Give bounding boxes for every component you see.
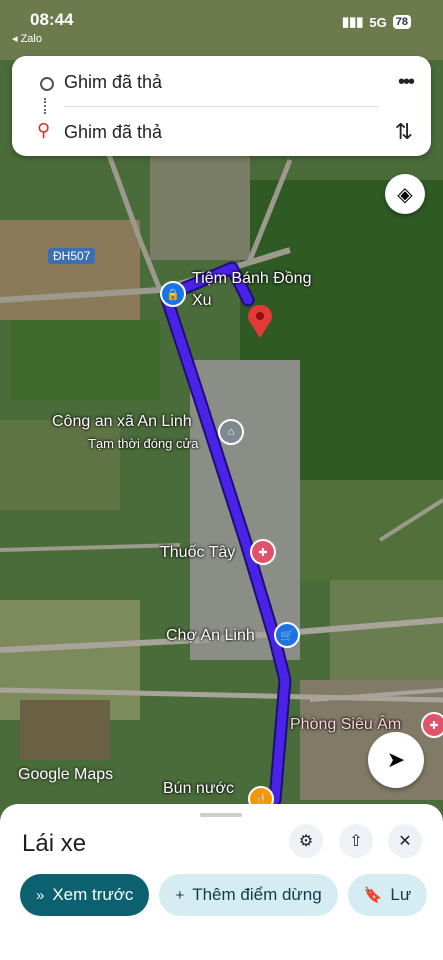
place-label-police[interactable]: Công an xã An Linh bbox=[52, 413, 192, 431]
origin-row[interactable]: Ghim đã thả ••• bbox=[12, 60, 431, 104]
share-icon: ⇧ bbox=[349, 833, 363, 850]
clinic-poi-icon[interactable]: ✚ bbox=[421, 712, 443, 738]
recenter-button[interactable]: ➤ bbox=[368, 732, 424, 788]
add-stop-button[interactable]: + Thêm điểm dừng bbox=[159, 874, 338, 916]
navigation-arrow-icon: ➤ bbox=[386, 747, 406, 772]
place-label-bakery-line2: Xu bbox=[192, 292, 212, 309]
pharmacy-poi-icon[interactable]: ✚ bbox=[250, 539, 276, 565]
share-button[interactable]: ⇧ bbox=[339, 824, 373, 858]
tune-icon: ⚙ bbox=[298, 833, 314, 850]
close-icon: ✕ bbox=[398, 833, 412, 850]
market-poi-icon[interactable]: 🛒 bbox=[274, 622, 300, 648]
layers-button[interactable]: ◈ bbox=[385, 174, 425, 214]
origin-field[interactable]: Ghim đã thả bbox=[64, 72, 162, 93]
place-label-market[interactable]: Chợ An Linh bbox=[166, 627, 255, 645]
save-label: Lư bbox=[390, 885, 412, 904]
preview-label: Xem trước bbox=[52, 885, 134, 904]
status-bar: 08:44 ◂ Zalo ▮▮▮ 5G 78 bbox=[0, 0, 443, 48]
status-indicators: ▮▮▮ 5G 78 bbox=[342, 14, 411, 30]
destination-row[interactable]: ⚲ Ghim đã thả ⇅ bbox=[12, 110, 431, 154]
signal-icon: ▮▮▮ bbox=[341, 14, 364, 29]
bottom-sheet: Lái xe ⚙ ⇧ ✕ » Xem trước + Thêm điểm dừn… bbox=[0, 804, 443, 960]
back-to-app[interactable]: ◂ Zalo bbox=[12, 32, 42, 45]
action-chips: » Xem trước + Thêm điểm dừng 🔖 Lư bbox=[20, 874, 428, 916]
more-options-icon[interactable]: ••• bbox=[398, 71, 415, 94]
close-button[interactable]: ✕ bbox=[388, 824, 422, 858]
route-options-button[interactable]: ⚙ bbox=[289, 824, 323, 858]
swap-icon[interactable]: ⇅ bbox=[395, 119, 413, 145]
double-chevron-icon: » bbox=[36, 886, 45, 904]
save-button[interactable]: 🔖 Lư bbox=[347, 874, 428, 916]
place-label-noodle[interactable]: Bún nước bbox=[163, 780, 234, 798]
preview-button[interactable]: » Xem trước bbox=[20, 874, 150, 916]
divider bbox=[64, 106, 379, 107]
place-label-ultrasound[interactable]: Phòng Siêu Âm bbox=[290, 716, 401, 734]
police-poi-icon[interactable]: ⌂ bbox=[218, 419, 244, 445]
directions-card: Ghim đã thả ••• ⚲ Ghim đã thả ⇅ bbox=[12, 56, 431, 156]
destination-field[interactable]: Ghim đã thả bbox=[64, 122, 162, 143]
status-time: 08:44 bbox=[30, 10, 74, 29]
destination-pin-icon: ⚲ bbox=[37, 120, 51, 140]
add-stop-label: Thêm điểm dừng bbox=[192, 885, 322, 904]
place-label-pharmacy[interactable]: Thuốc Tây bbox=[160, 544, 235, 562]
network-type: 5G bbox=[369, 14, 387, 30]
place-label-bakery[interactable]: Tiệm Bánh Đồng bbox=[192, 270, 311, 288]
travel-mode-title: Lái xe bbox=[22, 830, 87, 857]
bakery-poi-icon[interactable]: 🔒 bbox=[160, 281, 186, 307]
google-maps-watermark: Google Maps bbox=[18, 766, 114, 783]
place-status-closed: Tạm thời đóng cửa bbox=[88, 436, 199, 451]
origin-circle-icon bbox=[40, 77, 54, 91]
add-stop-icon: + bbox=[175, 886, 185, 904]
battery-indicator: 78 bbox=[392, 15, 411, 29]
drag-handle[interactable] bbox=[200, 813, 242, 817]
road-badge: ĐH507 bbox=[48, 248, 96, 264]
layers-icon: ◈ bbox=[397, 183, 413, 206]
bookmark-icon: 🔖 bbox=[363, 887, 383, 904]
